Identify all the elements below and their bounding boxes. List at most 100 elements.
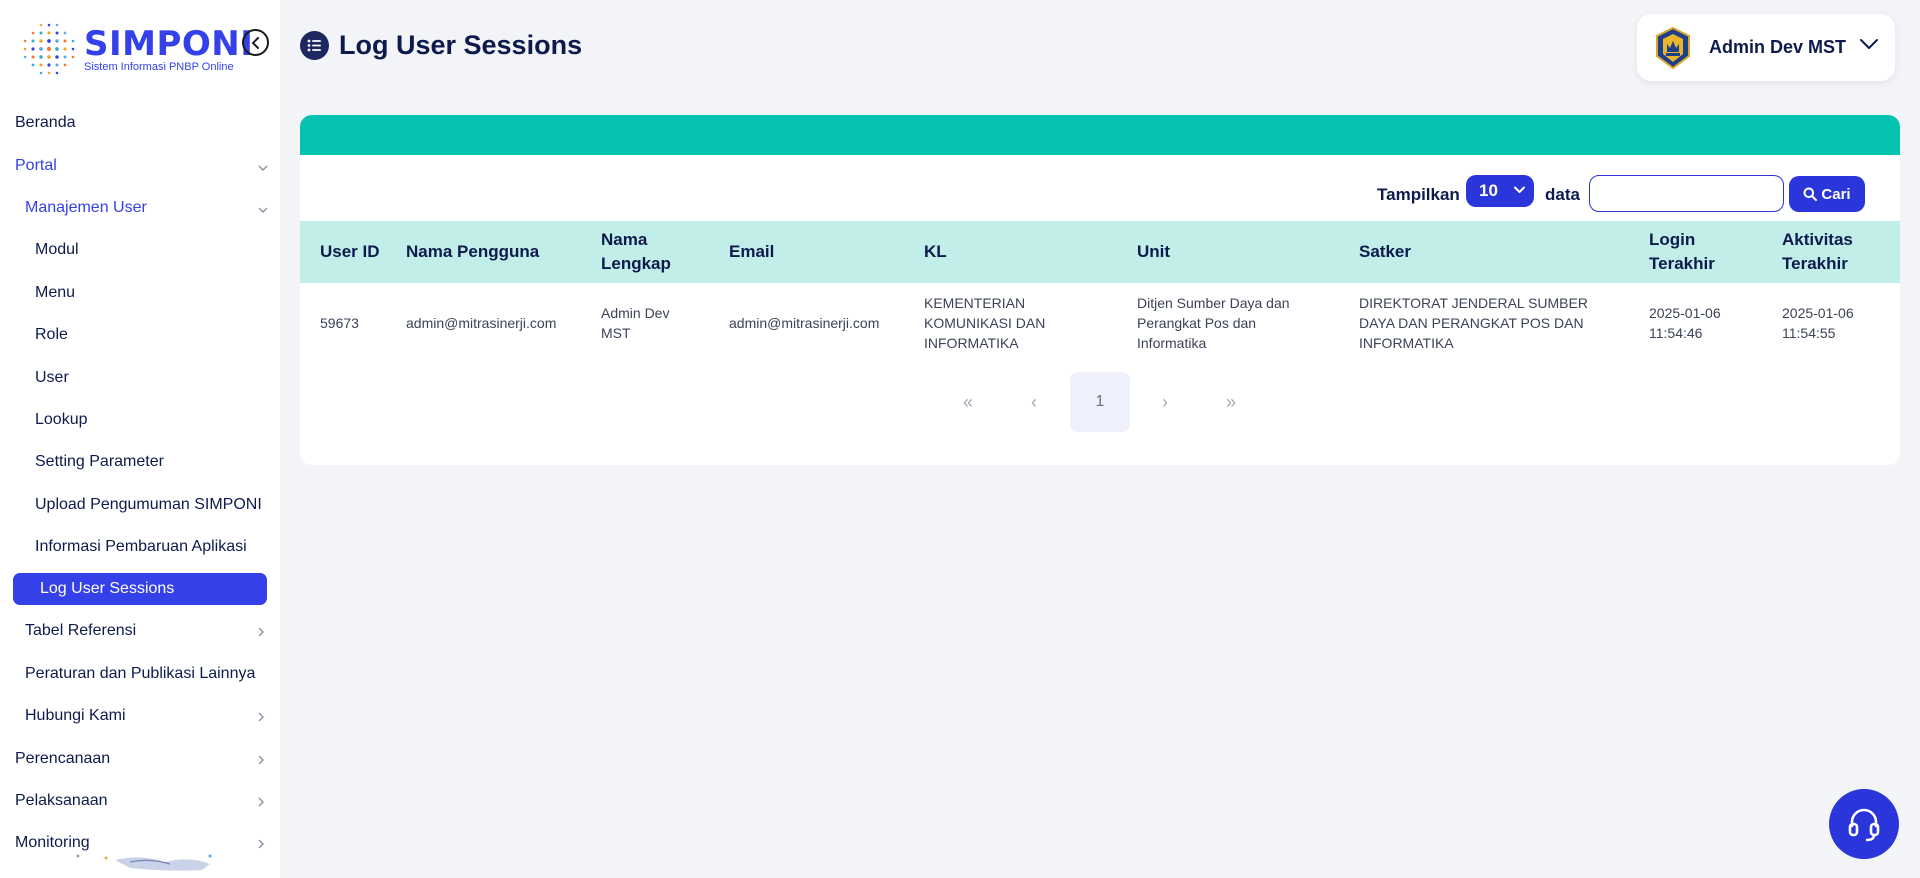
sidebar-item-label: Role (35, 326, 68, 344)
page-header: Log User Sessions (300, 30, 582, 61)
cell-email: admin@mitrasinerji.com (729, 315, 880, 331)
cell-user-id: 59673 (320, 315, 359, 331)
first-page-button[interactable]: « (938, 372, 998, 432)
emblem-icon (1656, 26, 1690, 69)
prev-page-button[interactable]: ‹ (1004, 372, 1064, 432)
last-page-button[interactable]: » (1201, 372, 1261, 432)
sidebar-item-user[interactable]: User (0, 356, 280, 398)
sidebar-item-modul[interactable]: Modul (0, 229, 280, 271)
sidebar-item-tabel-referensi[interactable]: Tabel Referensi (0, 610, 280, 652)
brand-name: SIMPONI (84, 23, 254, 64)
simponi-logo[interactable]: SIMPONI Sistem Informasi PNBP Online (18, 18, 253, 80)
sidebar-item-label: Monitoring (15, 834, 90, 852)
sidebar-item-hubungi-kami[interactable]: Hubungi Kami (0, 695, 280, 737)
cell-unit: Ditjen Sumber Daya dan Perangkat Pos dan… (1137, 295, 1290, 351)
table-row: 59673 admin@mitrasinerji.com Admin Dev M… (300, 283, 1900, 363)
next-page-button[interactable]: › (1135, 372, 1195, 432)
cell-satker: DIREKTORAT JENDERAL SUMBER DAYA DAN PERA… (1359, 295, 1588, 351)
sidebar-item-label: Perencanaan (15, 749, 111, 767)
sidebar-item-label: Peraturan dan Publikasi Lainnya (25, 664, 256, 682)
sidebar-item-label: Informasi Pembaruan Aplikasi (35, 538, 247, 556)
sidebar-item-label: Menu (35, 283, 76, 301)
chevron-left-icon (251, 36, 259, 49)
page-size-value: 10 (1479, 181, 1498, 200)
sidebar-item-label: Tabel Referensi (25, 622, 137, 640)
cell-kl: KEMENTERIAN KOMUNIKASI DAN INFORMATIKA (924, 295, 1046, 351)
col-satker[interactable]: Satker (1339, 221, 1629, 283)
decorative-illustration (76, 854, 212, 871)
sidebar-item-label: Hubungi Kami (25, 707, 126, 725)
pagination: « ‹ 1 › » (300, 372, 1900, 432)
data-label: data (1545, 185, 1580, 204)
search-button-label: Cari (1821, 185, 1851, 203)
sessions-table: User ID Nama Pengguna Nama Lengkap Email… (300, 221, 1900, 363)
simponi-logo-mark-icon (23, 23, 75, 75)
sidebar-item-label: Log User Sessions (40, 580, 175, 598)
chevron-right-icon (258, 710, 265, 725)
sidebar-item-label: Manajemen User (25, 198, 147, 216)
table-header-row: User ID Nama Pengguna Nama Lengkap Email… (300, 221, 1900, 283)
sidebar-item-menu[interactable]: Menu (0, 272, 280, 314)
col-email[interactable]: Email (709, 221, 904, 283)
col-nama-pengguna[interactable]: Nama Pengguna (386, 221, 581, 283)
search-icon (1803, 187, 1818, 201)
collapse-sidebar-button[interactable] (242, 29, 269, 56)
sidebar-item-label: Setting Parameter (35, 453, 164, 471)
show-label: Tampilkan (1377, 185, 1460, 204)
cell-login-terakhir: 2025-01-06 11:54:46 (1649, 305, 1721, 341)
search-input[interactable] (1589, 175, 1784, 212)
sidebar-item-log-user-sessions[interactable]: Log User Sessions (13, 573, 267, 606)
page-number-current[interactable]: 1 (1070, 372, 1130, 432)
user-name: Admin Dev MST (1709, 37, 1847, 57)
chevron-down-icon (1860, 39, 1878, 49)
sidebar-item-informasi-pembaruan-aplikasi[interactable]: Informasi Pembaruan Aplikasi (0, 526, 280, 568)
sidebar-item-peraturan-dan-publikasi-lainnya[interactable]: Peraturan dan Publikasi Lainnya (0, 653, 280, 695)
col-kl[interactable]: KL (904, 221, 1117, 283)
search-button[interactable]: Cari (1789, 176, 1865, 212)
sidebar-item-lookup[interactable]: Lookup (0, 399, 280, 441)
sidebar-item-upload-pengumuman-simponi[interactable]: Upload Pengumuman SIMPONI (0, 484, 280, 526)
sidebar-item-label: Lookup (35, 410, 88, 428)
sidebar-item-perencanaan[interactable]: Perencanaan (0, 737, 280, 779)
table-toolbar: Tampilkan 10 data Cari (300, 175, 1900, 213)
headset-icon (1848, 808, 1880, 842)
col-unit[interactable]: Unit (1117, 221, 1339, 283)
sidebar-item-label: Beranda (15, 114, 76, 132)
sidebar: SIMPONI Sistem Informasi PNBP Online Ber… (0, 0, 280, 878)
col-user-id[interactable]: User ID (300, 221, 386, 283)
sidebar-item-label: Upload Pengumuman SIMPONI (35, 495, 262, 513)
sessions-card: Tampilkan 10 data Cari User ID Nama Peng… (300, 115, 1900, 465)
sidebar-item-beranda[interactable]: Beranda (0, 102, 280, 144)
sidebar-item-role[interactable]: Role (0, 314, 280, 356)
chevron-right-icon (258, 795, 265, 810)
sidebar-menu: Beranda Portal Manajemen User Modul Menu Role… (0, 102, 280, 865)
sidebar-item-label: Portal (15, 156, 57, 174)
sidebar-item-label: Modul (35, 241, 79, 259)
col-aktivitas-terakhir[interactable]: Aktivitas Terakhir (1762, 221, 1900, 283)
sidebar-item-manajemen-user[interactable]: Manajemen User (0, 187, 280, 229)
col-nama-lengkap[interactable]: Nama Lengkap (581, 221, 709, 283)
brand-tagline: Sistem Informasi PNBP Online (84, 60, 234, 73)
chevron-down-icon (258, 160, 268, 175)
page-title: Log User Sessions (339, 30, 583, 60)
chevron-right-icon (258, 753, 265, 768)
chevron-down-icon (1514, 186, 1525, 193)
chevron-right-icon (258, 837, 265, 852)
sidebar-item-portal[interactable]: Portal (0, 144, 280, 186)
chevron-right-icon (258, 625, 265, 640)
logo-text: SIMPONI Sistem Informasi PNBP Online (84, 26, 253, 73)
user-menu[interactable]: Admin Dev MST (1637, 14, 1895, 81)
list-icon (300, 31, 329, 60)
help-button[interactable] (1829, 789, 1899, 859)
col-login-terakhir[interactable]: Login Terakhir (1629, 221, 1762, 283)
sidebar-item-label: Pelaksanaan (15, 792, 108, 810)
chevron-down-icon (258, 202, 268, 217)
card-header-bar (300, 115, 1900, 155)
cell-nama-pengguna: admin@mitrasinerji.com (406, 315, 557, 331)
sidebar-item-label: User (35, 368, 69, 386)
cell-nama-lengkap: Admin Dev MST (601, 305, 670, 341)
cell-aktivitas-terakhir: 2025-01-06 11:54:55 (1782, 305, 1854, 341)
sidebar-item-setting-parameter[interactable]: Setting Parameter (0, 441, 280, 483)
page-size-select[interactable]: 10 (1466, 175, 1534, 207)
sidebar-item-pelaksanaan[interactable]: Pelaksanaan (0, 780, 280, 822)
